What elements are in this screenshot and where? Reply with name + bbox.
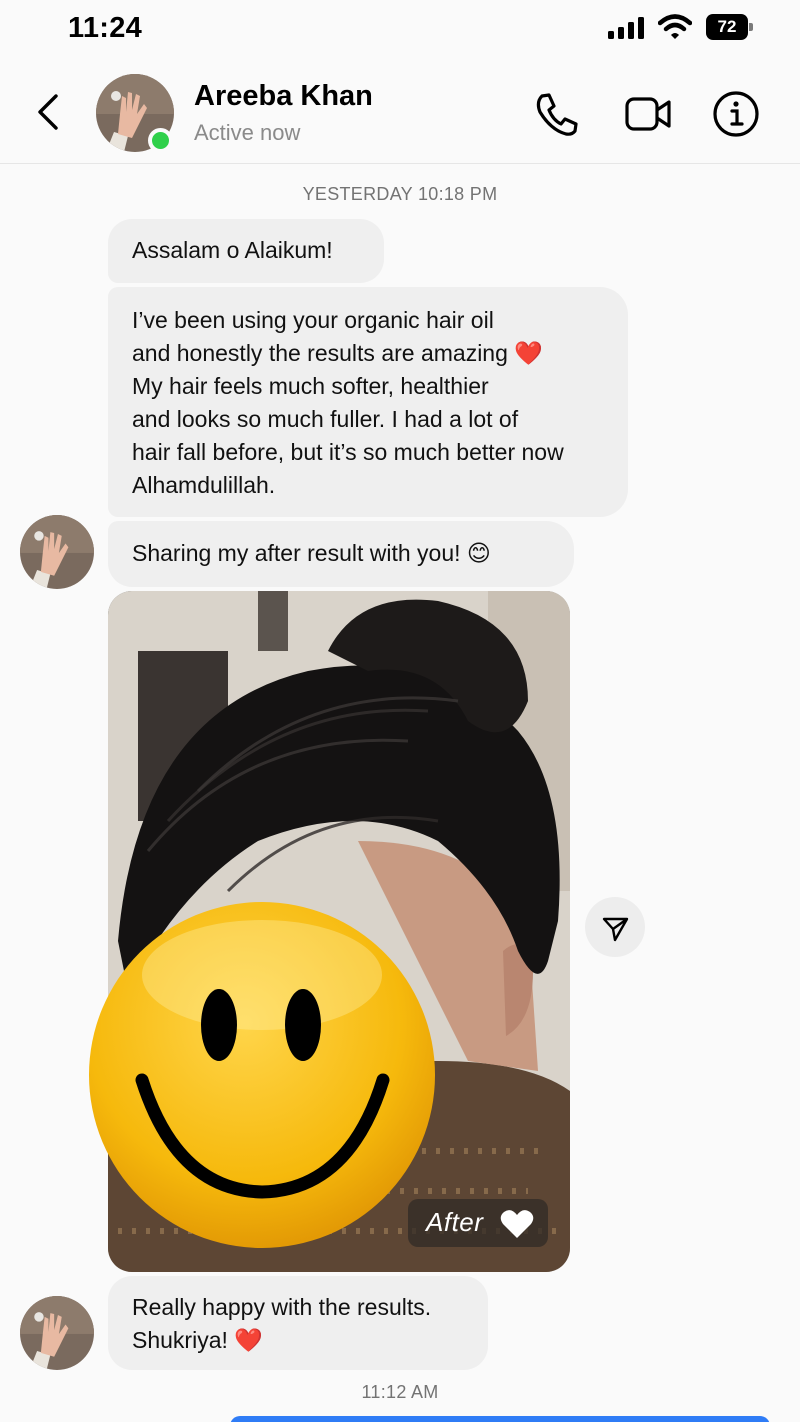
send-icon bbox=[602, 917, 629, 942]
battery-tip bbox=[749, 23, 753, 31]
message-text: Really happy with the results. Shukriya!… bbox=[132, 1294, 432, 1353]
battery-icon: 72 bbox=[706, 14, 754, 40]
avatar-image bbox=[20, 1296, 94, 1370]
message-text: Sharing my after result with you! 😊 bbox=[132, 540, 491, 566]
outgoing-message-edge bbox=[230, 1416, 770, 1422]
contact-status: Active now bbox=[194, 120, 301, 145]
smiley-face-sticker bbox=[89, 902, 435, 1248]
sender-avatar[interactable] bbox=[20, 515, 94, 589]
message-bubble[interactable]: Assalam o Alaikum! bbox=[108, 219, 384, 283]
contact-name[interactable]: Areeba Khan bbox=[194, 80, 373, 113]
message-text: Assalam o Alaikum! bbox=[132, 237, 333, 263]
message-bubble[interactable]: I’ve been using your organic hair oil an… bbox=[108, 287, 628, 517]
message-bubble[interactable]: Sharing my after result with you! 😊 bbox=[108, 521, 574, 587]
chat-header: Areeba Khan Active now bbox=[0, 60, 800, 164]
timestamp-divider: YESTERDAY 10:18 PM bbox=[302, 184, 498, 204]
sender-avatar[interactable] bbox=[20, 1296, 94, 1370]
share-button[interactable] bbox=[585, 897, 645, 957]
phone-icon[interactable] bbox=[532, 90, 580, 138]
message-bubble[interactable]: Really happy with the results. Shukriya!… bbox=[108, 1276, 488, 1370]
avatar-image bbox=[20, 515, 94, 589]
battery-level: 72 bbox=[706, 14, 748, 40]
online-indicator bbox=[148, 128, 173, 153]
status-bar: 11:24 72 bbox=[0, 0, 800, 60]
video-icon[interactable] bbox=[624, 90, 672, 138]
message-text: I’ve been using your organic hair oil an… bbox=[132, 307, 564, 498]
timestamp-divider: 11:12 AM bbox=[361, 1382, 439, 1402]
wifi-icon bbox=[658, 14, 692, 39]
signal-icon bbox=[608, 17, 644, 39]
status-time: 11:24 bbox=[68, 12, 143, 44]
back-icon[interactable] bbox=[30, 90, 70, 134]
info-icon[interactable] bbox=[712, 90, 760, 138]
heart-icon bbox=[500, 1210, 534, 1238]
